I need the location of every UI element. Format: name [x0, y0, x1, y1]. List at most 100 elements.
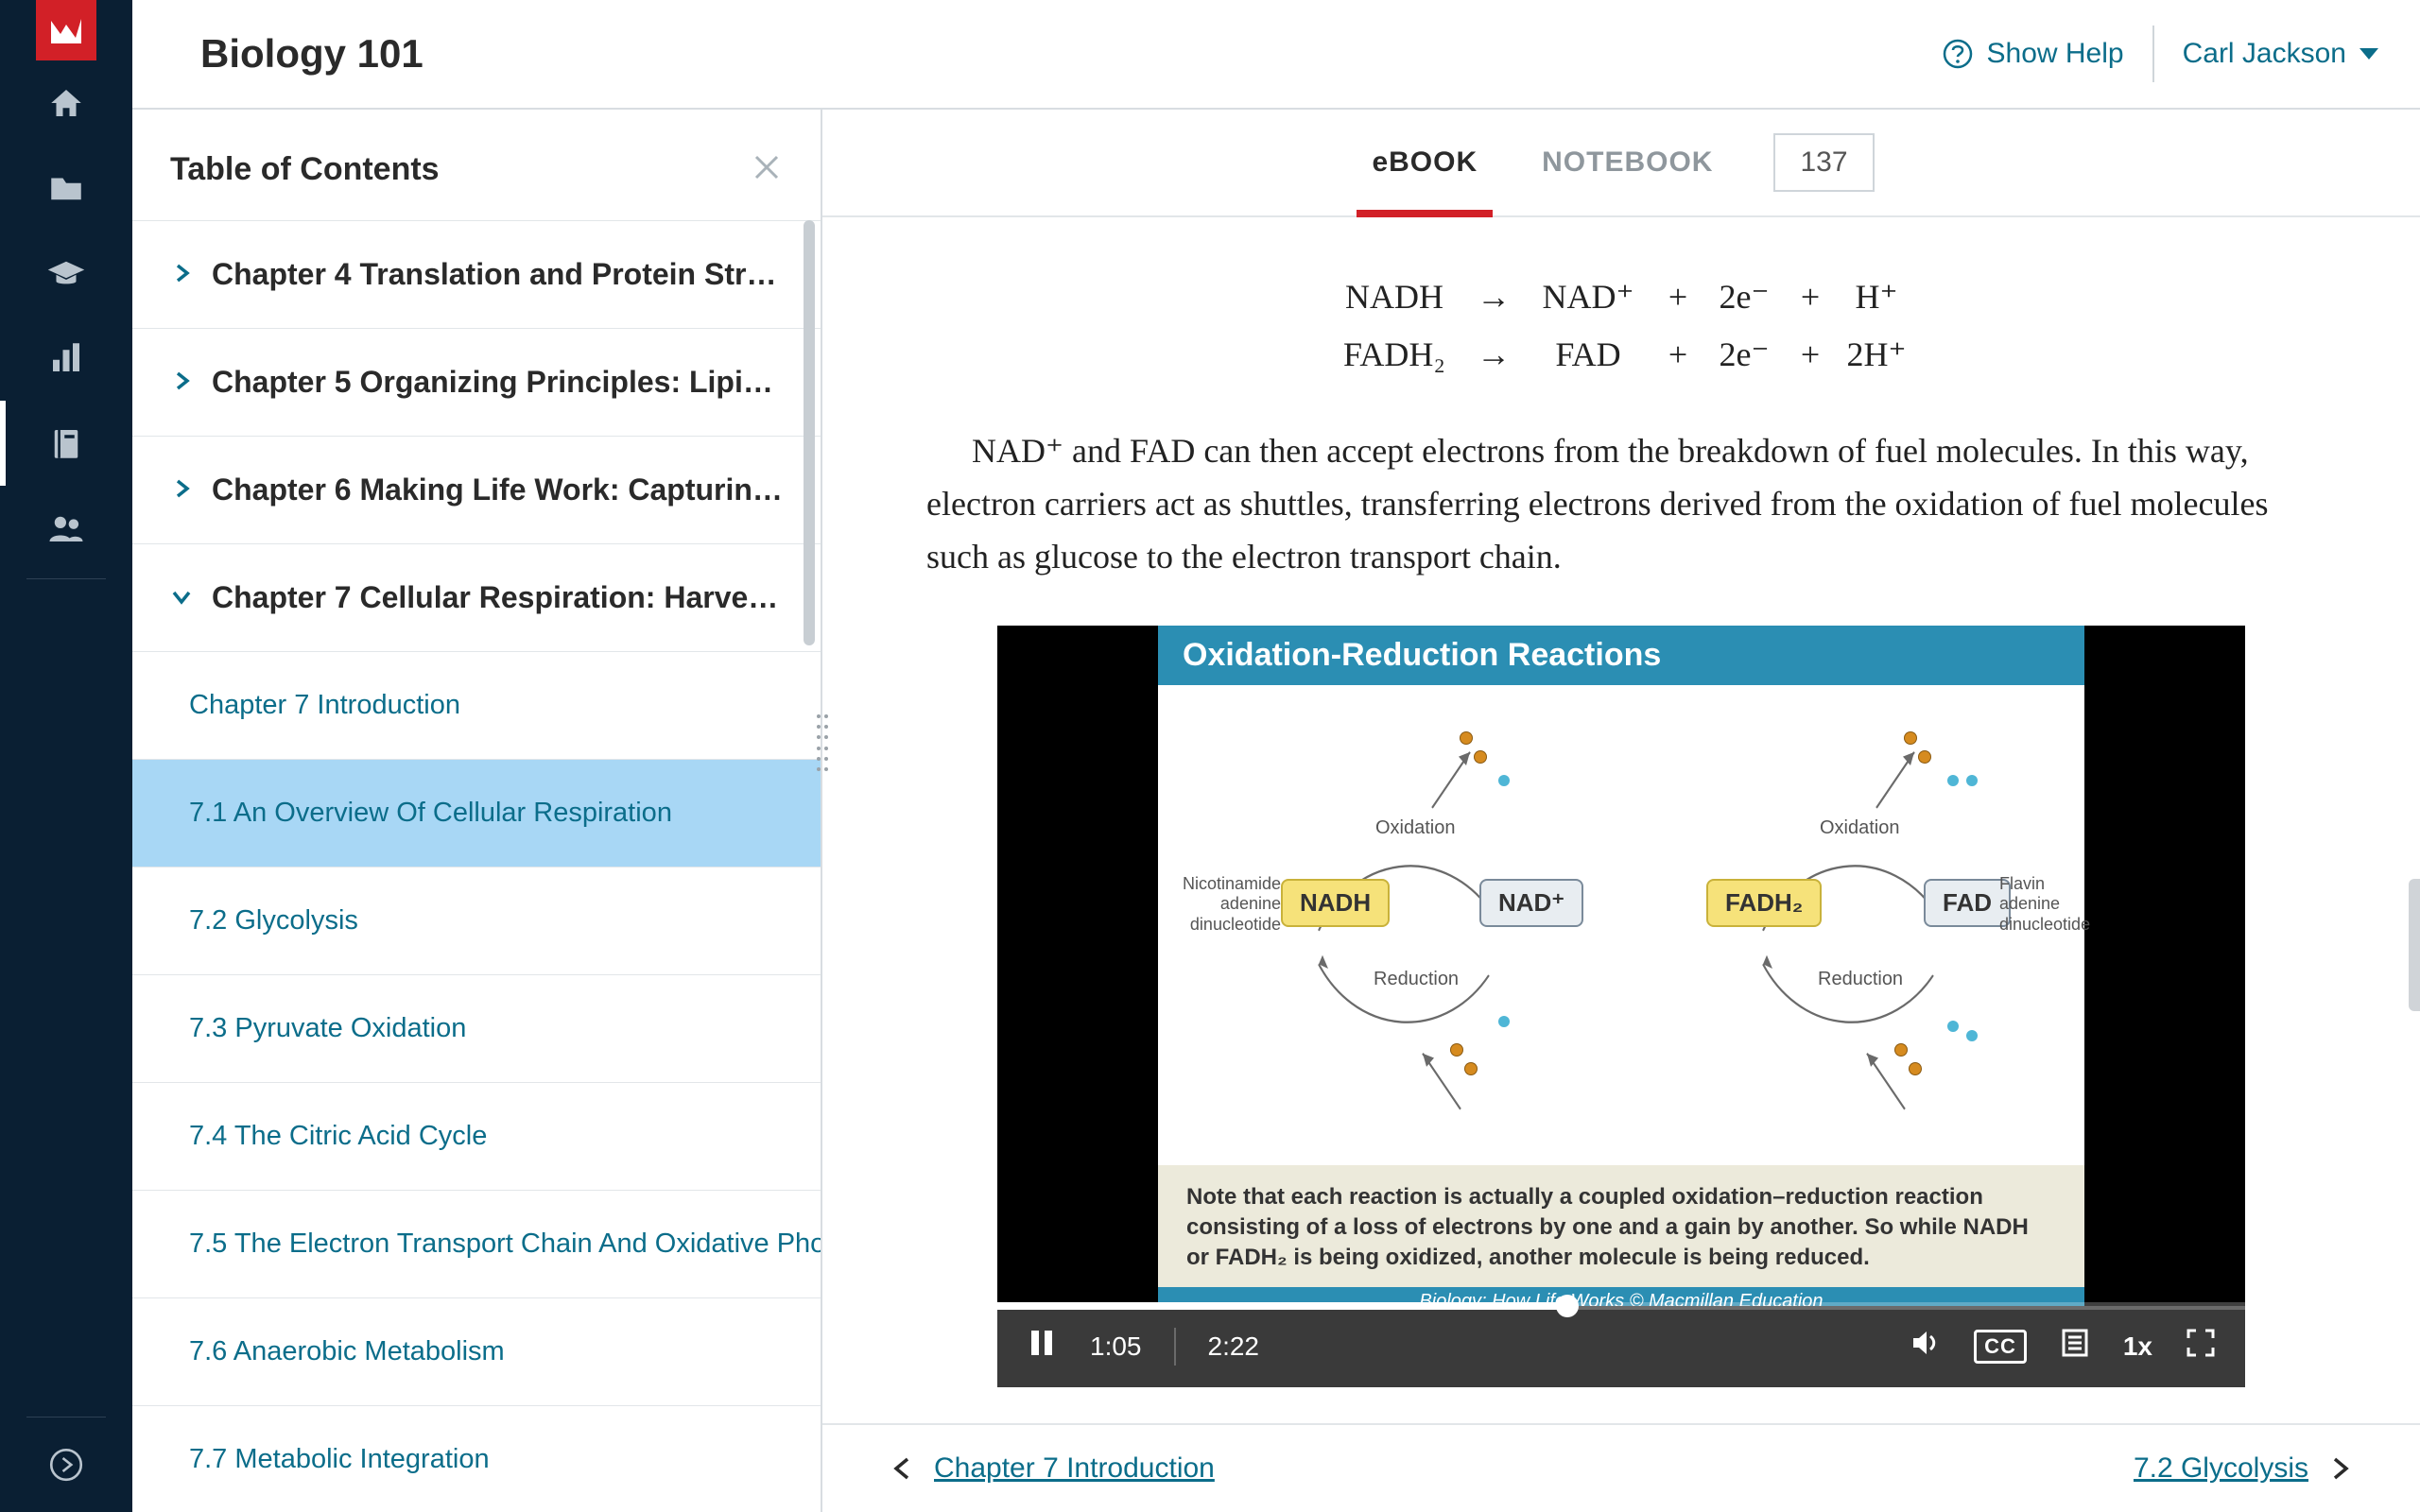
volume-icon [1910, 1327, 1942, 1359]
nav-grad[interactable] [0, 231, 132, 316]
prev-page-link[interactable]: Chapter 7 Introduction [889, 1452, 1215, 1485]
molecule-fadh2: FADH₂ [1706, 879, 1822, 927]
molecule-full-name: Flavin adenine dinucleotide [1999, 874, 2084, 936]
prev-page-label: Chapter 7 Introduction [934, 1452, 1215, 1485]
video-letterbox [2084, 626, 2245, 1306]
tab-notebook[interactable]: NOTEBOOK [1538, 110, 1717, 215]
top-bar: Biology 101 Show Help Carl Jackson [132, 0, 2420, 110]
nav-home[interactable] [0, 60, 132, 146]
help-label: Show Help [1987, 38, 2124, 70]
toc-section[interactable]: 7.6 Anaerobic Metabolism [132, 1297, 821, 1405]
toc-scroll-area[interactable]: Chapter 4 Translation and Protein Stru… … [132, 220, 821, 1512]
page-number-input[interactable]: 137 [1773, 133, 1874, 192]
playback-speed-button[interactable]: 1x [2123, 1332, 2152, 1362]
toc-section[interactable]: 7.5 The Electron Transport Chain And Oxi… [132, 1190, 821, 1297]
toc-scrollbar[interactable] [804, 220, 815, 645]
page-footer-nav: Chapter 7 Introduction 7.2 Glycolysis [822, 1423, 2420, 1512]
nav-expand[interactable] [0, 1418, 132, 1512]
book-icon [46, 423, 86, 463]
video-frame[interactable]: Oxidation-Reduction Reactions [1158, 626, 2084, 1306]
graduation-cap-icon [46, 253, 86, 293]
nav-bars[interactable] [0, 316, 132, 401]
video-diagram: Nicotinamide adenine dinucleotide NADH N… [1158, 685, 2084, 1165]
toc-section[interactable]: 7.1 An Overview Of Cellular Respiration [132, 759, 821, 867]
video-controls: 1:05 2:22 CC 1x [997, 1306, 2245, 1387]
toc-chapter[interactable]: Chapter 5 Organizing Principles: Lipids… [132, 328, 821, 436]
toc-section-label: 7.5 The Electron Transport Chain And Oxi… [189, 1228, 821, 1260]
molecule-nad: NAD⁺ [1479, 879, 1583, 927]
nav-rail [0, 0, 132, 1512]
reduction-label: Reduction [1374, 969, 1459, 990]
transcript-button[interactable] [2059, 1327, 2091, 1366]
course-title: Biology 101 [200, 31, 424, 77]
toc-section[interactable]: Chapter 7 Introduction [132, 651, 821, 759]
tab-label: eBOOK [1372, 146, 1478, 179]
main-content: eBOOK NOTEBOOK 137 NADH→NAD⁺+2e⁻+H⁺ FADH… [822, 110, 2420, 1512]
pause-button[interactable] [1026, 1327, 1058, 1366]
toc-chapter-label: Chapter 7 Cellular Respiration: Harvest… [212, 580, 783, 615]
table-of-contents-panel: Table of Contents Chapter 4 Translation … [132, 110, 822, 1512]
chevron-right-icon [170, 369, 193, 392]
closed-captions-button[interactable]: CC [1974, 1330, 2027, 1364]
toc-heading: Table of Contents [170, 151, 440, 188]
transcript-icon [2059, 1327, 2091, 1359]
toc-section-label: 7.4 The Citric Acid Cycle [189, 1121, 487, 1152]
help-icon [1942, 38, 1974, 70]
toc-chapter-label: Chapter 4 Translation and Protein Stru… [212, 257, 783, 292]
toc-section-label: 7.2 Glycolysis [189, 905, 358, 936]
nav-folder[interactable] [0, 146, 132, 231]
molecule-fad: FAD [1924, 879, 2011, 927]
toc-section[interactable]: 7.3 Pyruvate Oxidation [132, 974, 821, 1082]
next-page-label: 7.2 Glycolysis [2134, 1452, 2308, 1485]
embedded-video: Oxidation-Reduction Reactions [997, 626, 2245, 1387]
toc-section[interactable]: 7.4 The Citric Acid Cycle [132, 1082, 821, 1190]
user-menu[interactable]: Carl Jackson [2154, 38, 2378, 70]
fullscreen-button[interactable] [2185, 1327, 2217, 1366]
toc-chapter-label: Chapter 5 Organizing Principles: Lipids… [212, 365, 783, 400]
toc-section-label: Chapter 7 Introduction [189, 690, 460, 721]
video-title: Oxidation-Reduction Reactions [1158, 626, 2084, 685]
progress-thumb[interactable] [1556, 1295, 1579, 1317]
molecule-nadh: NADH [1281, 879, 1390, 927]
video-duration: 2:22 [1208, 1332, 1260, 1362]
pause-icon [1026, 1327, 1058, 1359]
chevron-right-icon [2327, 1455, 2354, 1482]
chevron-right-icon [170, 262, 193, 284]
toc-section[interactable]: 7.7 Metabolic Integration [132, 1405, 821, 1512]
content-header: eBOOK NOTEBOOK 137 [822, 110, 2420, 217]
video-caption: Note that each reaction is actually a co… [1158, 1165, 2084, 1287]
brand-logo[interactable] [36, 0, 96, 60]
caret-down-icon [2360, 48, 2378, 60]
user-name: Carl Jackson [2183, 38, 2346, 70]
reduction-label: Reduction [1818, 969, 1903, 990]
users-icon [46, 508, 86, 548]
toc-section-label: 7.7 Metabolic Integration [189, 1444, 490, 1475]
tab-ebook[interactable]: eBOOK [1368, 110, 1481, 215]
video-current-time: 1:05 [1090, 1332, 1142, 1362]
show-help-button[interactable]: Show Help [1913, 26, 2154, 82]
fullscreen-icon [2185, 1327, 2217, 1359]
nav-users[interactable] [0, 486, 132, 571]
toc-section-label: 7.1 An Overview Of Cellular Respiration [189, 798, 672, 829]
toc-close-button[interactable] [751, 151, 783, 188]
body-paragraph: NAD⁺ and FAD can then accept electrons f… [926, 425, 2316, 583]
separator [1174, 1328, 1176, 1366]
toc-chapter[interactable]: Chapter 4 Translation and Protein Stru… [132, 220, 821, 328]
bar-chart-icon [46, 338, 86, 378]
chemical-equations: NADH→NAD⁺+2e⁻+H⁺ FADH₂→FAD+2e⁻+2H⁺ [926, 268, 2316, 384]
next-page-link[interactable]: 7.2 Glycolysis [2134, 1452, 2354, 1485]
chevron-right-circle-icon [46, 1445, 86, 1485]
volume-button[interactable] [1910, 1327, 1942, 1366]
folder-icon [46, 168, 86, 208]
page-scrollbar[interactable] [2409, 879, 2420, 1011]
nav-ebook[interactable] [0, 401, 132, 486]
home-icon [46, 83, 86, 123]
toc-chapter[interactable]: Chapter 7 Cellular Respiration: Harvest… [132, 543, 821, 651]
toc-section-label: 7.6 Anaerobic Metabolism [189, 1336, 505, 1367]
chevron-left-icon [889, 1455, 915, 1482]
toc-section[interactable]: 7.2 Glycolysis [132, 867, 821, 974]
ebook-page[interactable]: NADH→NAD⁺+2e⁻+H⁺ FADH₂→FAD+2e⁻+2H⁺ NAD⁺ … [822, 217, 2420, 1423]
molecule-full-name: Nicotinamide adenine dinucleotide [1167, 874, 1281, 936]
toc-chapter[interactable]: Chapter 6 Making Life Work: Capturing … [132, 436, 821, 543]
video-progress-bar[interactable] [997, 1302, 2245, 1310]
